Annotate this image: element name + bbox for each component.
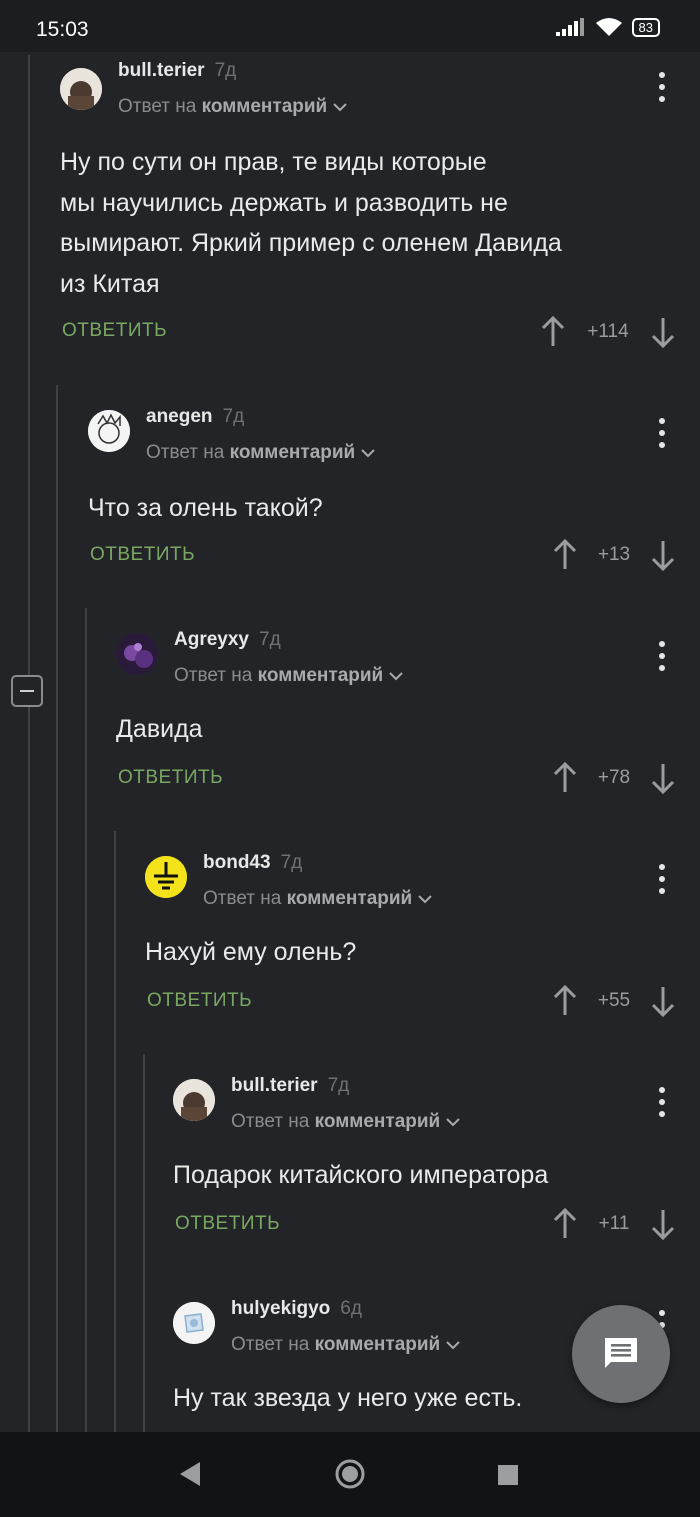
thread-line [85, 608, 87, 1432]
signal-icon [555, 18, 584, 36]
more-vert-icon[interactable] [659, 72, 665, 102]
arrow-up-icon[interactable] [541, 316, 565, 348]
vote-controls: +114 [541, 316, 675, 348]
avatar[interactable] [88, 410, 130, 452]
arrow-up-icon[interactable] [553, 985, 577, 1017]
reply-button[interactable]: ОТВЕТИТЬ [90, 544, 195, 566]
thread-line [114, 831, 116, 1432]
reply-to-link[interactable]: Ответ на комментарий [174, 665, 403, 687]
reply-button[interactable]: ОТВЕТИТЬ [175, 1213, 280, 1235]
comment-author[interactable]: bond43 7д [203, 852, 302, 874]
comment-author[interactable]: bull.terier 7д [118, 60, 236, 82]
vote-controls: +11 [553, 1208, 675, 1240]
more-vert-icon[interactable] [659, 641, 665, 671]
arrow-up-icon[interactable] [553, 762, 577, 794]
avatar[interactable] [173, 1302, 215, 1344]
thread-line [143, 1054, 145, 1432]
reply-to-link[interactable]: Ответ на комментарий [203, 888, 432, 910]
system-nav-bar [0, 1432, 700, 1517]
vote-controls: +55 [553, 985, 675, 1017]
avatar[interactable] [145, 856, 187, 898]
comment-text: Что за олень такой? [88, 494, 323, 522]
comment-author[interactable]: Agreyxy 7д [174, 629, 281, 651]
reply-button[interactable]: ОТВЕТИТЬ [118, 767, 223, 789]
comment-text: Ну по сути он прав, те виды которые мы на… [60, 148, 562, 298]
reply-to-link[interactable]: Ответ на комментарий [146, 442, 375, 464]
vote-controls: +78 [553, 762, 675, 794]
home-circle-icon[interactable] [334, 1458, 366, 1490]
vote-count: +11 [598, 1213, 630, 1234]
comment-icon [605, 1338, 637, 1368]
vote-count: +13 [597, 544, 631, 565]
more-vert-icon[interactable] [659, 1087, 665, 1117]
recents-square-icon[interactable] [497, 1464, 519, 1486]
collapse-thread-button[interactable] [11, 675, 43, 707]
arrow-down-icon[interactable] [651, 316, 675, 348]
reply-to-link[interactable]: Ответ на комментарий [231, 1111, 460, 1133]
comment-author[interactable]: anegen 7д [146, 406, 244, 428]
vote-controls: +13 [553, 539, 675, 571]
reply-to-link[interactable]: Ответ на комментарий [231, 1334, 460, 1356]
arrow-up-icon[interactable] [553, 1208, 577, 1240]
reply-button[interactable]: ОТВЕТИТЬ [147, 990, 252, 1012]
arrow-up-icon[interactable] [553, 539, 577, 571]
comment-text: Нахуй ему олень? [145, 938, 357, 966]
more-vert-icon[interactable] [659, 418, 665, 448]
avatar[interactable] [116, 633, 158, 675]
more-vert-icon[interactable] [659, 864, 665, 894]
chevron-down-icon [361, 449, 375, 458]
status-time: 15:03 [36, 18, 89, 41]
chevron-down-icon [446, 1118, 460, 1127]
avatar[interactable] [60, 68, 102, 110]
thread-line [28, 55, 30, 1432]
arrow-down-icon[interactable] [651, 1208, 675, 1240]
vote-count: +55 [597, 990, 631, 1011]
arrow-down-icon[interactable] [651, 985, 675, 1017]
back-triangle-icon[interactable] [178, 1460, 202, 1488]
chevron-down-icon [418, 895, 432, 904]
arrow-down-icon[interactable] [651, 762, 675, 794]
wifi-icon [595, 18, 622, 36]
avatar[interactable] [173, 1079, 215, 1121]
status-bar: 15:03 83 [0, 0, 700, 52]
arrow-down-icon[interactable] [651, 539, 675, 571]
comment-fab[interactable] [572, 1305, 670, 1403]
reply-button[interactable]: ОТВЕТИТЬ [62, 320, 167, 342]
chevron-down-icon [389, 672, 403, 681]
chevron-down-icon [333, 103, 347, 112]
battery-icon: 83 [631, 17, 660, 37]
reply-to-link[interactable]: Ответ на комментарий [118, 96, 347, 118]
vote-count: +114 [587, 321, 629, 342]
vote-count: +78 [597, 767, 631, 788]
comment-text: Давида [116, 715, 203, 743]
comment-text: Подарок китайского императора [173, 1161, 549, 1189]
chevron-down-icon [446, 1341, 460, 1350]
thread-line [56, 385, 58, 1432]
comment-author[interactable]: hulyekigyo 6д [231, 1298, 362, 1320]
comment-author[interactable]: bull.terier 7д [231, 1075, 349, 1097]
